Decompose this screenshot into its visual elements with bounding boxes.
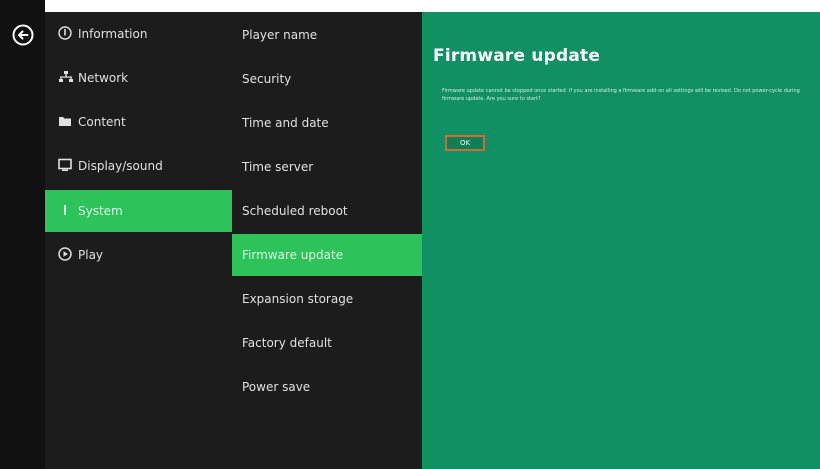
submenu-item-label: Factory default <box>242 336 332 350</box>
menu-item-label: Display/sound <box>78 159 163 173</box>
menu-item-label: Play <box>78 248 104 262</box>
menu-item-label: System <box>78 204 123 218</box>
menu-item-information[interactable]: Information <box>45 13 232 55</box>
submenu-item-expansion-storage[interactable]: Expansion storage <box>232 278 422 320</box>
ok-button[interactable]: OK <box>445 135 485 151</box>
panel-description: Firmware update cannot be stopped once s… <box>442 88 800 102</box>
menu-item-network[interactable]: Network <box>45 57 232 99</box>
firmware-update-panel: Firmware update Firmware update cannot b… <box>422 12 820 469</box>
info-icon <box>58 15 74 40</box>
submenu-item-firmware-update[interactable]: Firmware update <box>232 234 422 276</box>
sub-menu: Player name Security Time and date Time … <box>232 12 422 469</box>
panel-title: Firmware update <box>433 46 601 66</box>
submenu-item-label: Time server <box>242 160 314 174</box>
submenu-item-label: Power save <box>242 380 311 394</box>
menu-item-content[interactable]: Content <box>45 101 232 143</box>
submenu-item-label: Scheduled reboot <box>242 204 348 218</box>
menu-item-display-sound[interactable]: Display/sound <box>45 145 232 187</box>
system-icon <box>58 192 74 215</box>
submenu-item-label: Player name <box>242 28 318 42</box>
network-icon <box>58 59 74 82</box>
submenu-item-label: Security <box>242 72 292 86</box>
submenu-item-security[interactable]: Security <box>232 58 422 100</box>
menu-item-label: Network <box>78 71 129 85</box>
submenu-item-time-server[interactable]: Time server <box>232 146 422 188</box>
monitor-icon <box>58 147 74 171</box>
submenu-item-factory-default[interactable]: Factory default <box>232 322 422 364</box>
menu-item-label: Information <box>78 27 148 41</box>
back-button[interactable] <box>12 24 34 46</box>
folder-icon <box>58 103 74 126</box>
left-bar <box>0 0 45 469</box>
submenu-item-player-name[interactable]: Player name <box>232 14 422 56</box>
menu-item-play[interactable]: Play <box>45 234 232 276</box>
top-strip <box>45 0 422 12</box>
arrow-left-circle-icon <box>12 24 34 46</box>
submenu-item-power-save[interactable]: Power save <box>232 366 422 408</box>
submenu-item-label: Firmware update <box>242 248 344 262</box>
menu-item-label: Content <box>78 115 126 129</box>
play-icon <box>58 236 74 261</box>
main-menu: Information Network Content Display/soun… <box>45 12 232 469</box>
menu-item-system[interactable]: System <box>45 190 232 232</box>
submenu-item-label: Expansion storage <box>242 292 354 306</box>
submenu-item-time-and-date[interactable]: Time and date <box>232 102 422 144</box>
submenu-item-scheduled-reboot[interactable]: Scheduled reboot <box>232 190 422 232</box>
submenu-item-label: Time and date <box>242 116 329 130</box>
settings-screen: Information Network Content Display/soun… <box>0 0 820 469</box>
